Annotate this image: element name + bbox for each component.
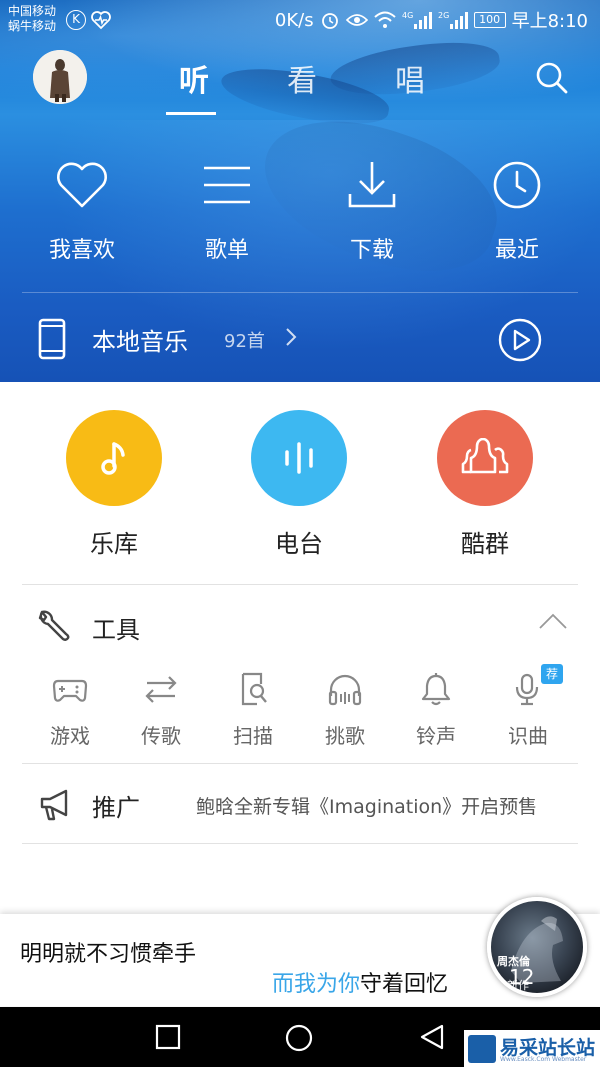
- home-circle-icon[interactable]: [284, 1023, 314, 1053]
- tool-label: 传歌: [141, 724, 181, 748]
- tool-label: 铃声: [416, 724, 456, 748]
- local-music-count: 92首: [224, 331, 265, 352]
- quick-action-favorites[interactable]: 我喜欢: [27, 160, 137, 270]
- watermark-subtext: Www.Easck.Com Webmaster: [500, 1056, 587, 1063]
- user-avatar-icon: [33, 50, 87, 104]
- category-circle: [251, 410, 347, 506]
- quick-action-label: 最近: [494, 238, 539, 263]
- carrier-label: 中国移动 蜗牛移动: [8, 4, 56, 34]
- tool-label: 挑歌: [325, 724, 365, 748]
- quick-action-recent[interactable]: 最近: [462, 160, 572, 270]
- wrench-icon: [38, 610, 70, 641]
- category-cool-group[interactable]: 酷群: [425, 410, 545, 559]
- radio-bars-icon: [285, 442, 313, 474]
- promo-title: 推广: [92, 794, 140, 822]
- section-divider: [22, 584, 578, 585]
- wifi-icon: [373, 11, 396, 28]
- tab-sing[interactable]: 唱: [380, 56, 440, 100]
- chevron-up-icon[interactable]: [538, 612, 568, 630]
- album-cover[interactable]: 周杰倫 12 新作: [487, 897, 587, 997]
- play-icon[interactable]: [498, 318, 542, 362]
- megaphone-icon: [40, 789, 68, 821]
- group-icon: [461, 438, 509, 474]
- tab-watch[interactable]: 看: [272, 56, 332, 100]
- bell-icon: [421, 673, 451, 706]
- cover-subtitle: 新作: [507, 979, 529, 992]
- category-label: 酷群: [461, 530, 509, 558]
- lyric-rest: 守着回忆: [360, 972, 449, 997]
- top-tabs: 听 看 唱: [150, 56, 450, 116]
- status-indicators: 0K/s 4G 2G 100 早上8:10: [274, 8, 588, 33]
- lyric-line-2: 而我为你守着回忆: [272, 966, 448, 998]
- quick-action-playlists[interactable]: 歌单: [172, 160, 282, 270]
- carrier-line-1: 中国移动: [8, 4, 57, 18]
- local-music-title: 本地音乐: [92, 328, 188, 356]
- category-circle: [66, 410, 162, 506]
- tool-label: 扫描: [233, 724, 273, 748]
- signal-2g-icon: 2G: [438, 11, 468, 29]
- carrier-badge-icon: K: [66, 10, 86, 30]
- signal-4g-icon: 4G: [402, 11, 432, 29]
- search-icon[interactable]: [534, 60, 570, 96]
- category-music-library[interactable]: 乐库: [54, 410, 174, 559]
- tool-pick-songs[interactable]: 挑歌: [305, 672, 385, 749]
- album-art-image: [511, 916, 563, 983]
- tools-title: 工具: [92, 616, 140, 644]
- heart-pulse-icon: [91, 11, 111, 30]
- section-divider: [22, 843, 578, 844]
- watermark-logo-icon: [468, 1035, 496, 1063]
- list-icon: [204, 166, 250, 204]
- hero-divider: [22, 292, 578, 293]
- svg-text:4G: 4G: [402, 11, 413, 20]
- category-label: 乐库: [90, 530, 138, 558]
- gamepad-icon: [52, 679, 88, 702]
- back-triangle-icon[interactable]: [418, 1023, 446, 1051]
- scan-icon: [241, 672, 267, 706]
- svg-text:2G: 2G: [438, 11, 449, 20]
- tool-games[interactable]: 游戏: [30, 672, 110, 749]
- status-bar: 中国移动 蜗牛移动 K 0K/s 4G 2G 100 早上8:10: [0, 0, 600, 40]
- promo-ticker[interactable]: 鲍晗全新专辑《Imagination》开启预售: [196, 792, 576, 819]
- carrier-line-2: 蜗牛移动: [8, 19, 57, 33]
- battery-icon: 100: [473, 12, 506, 28]
- tool-label: 识曲: [508, 724, 548, 748]
- transfer-icon: [145, 676, 177, 703]
- chevron-right-icon: [286, 328, 297, 346]
- category-label: 电台: [275, 530, 323, 558]
- avatar[interactable]: [33, 50, 87, 104]
- recommended-badge: 荐: [541, 664, 563, 684]
- hero-header: 中国移动 蜗牛移动 K 0K/s 4G 2G 100 早上8:10 听 看 唱 …: [0, 0, 600, 382]
- phone-icon: [38, 318, 66, 360]
- recents-square-icon[interactable]: [154, 1023, 182, 1051]
- tool-scan[interactable]: 扫描: [213, 672, 293, 749]
- site-watermark: 易采站长站 Www.Easck.Com Webmaster: [464, 1030, 600, 1067]
- tool-transfer[interactable]: 传歌: [121, 672, 201, 749]
- active-tab-indicator: [166, 112, 216, 115]
- tab-listen[interactable]: 听: [164, 56, 224, 100]
- music-note-icon: [101, 442, 125, 475]
- tool-label: 游戏: [50, 724, 90, 748]
- promo-row[interactable]: 推广 鲍晗全新专辑《Imagination》开启预售: [0, 764, 600, 844]
- lyric-line-1: 明明就不习惯牵手: [20, 942, 197, 967]
- category-circle: [437, 410, 533, 506]
- network-speed: 0K/s: [274, 9, 314, 31]
- heart-icon: [57, 162, 107, 208]
- alarm-icon: [321, 13, 338, 29]
- local-music-row[interactable]: 本地音乐 92首: [0, 294, 600, 382]
- headphones-icon: [328, 674, 362, 706]
- lyric-highlight: 而我为你: [272, 972, 361, 997]
- tool-ringtones[interactable]: 铃声: [396, 672, 476, 749]
- category-radio[interactable]: 电台: [239, 410, 359, 559]
- clock-time: 早上8:10: [511, 11, 588, 32]
- quick-action-label: 歌单: [204, 238, 249, 263]
- tools-header[interactable]: 工具: [0, 586, 600, 662]
- eye-icon: [345, 14, 368, 26]
- quick-action-label: 我喜欢: [48, 238, 115, 263]
- download-icon: [348, 162, 396, 208]
- clock-icon: [493, 161, 541, 209]
- quick-action-label: 下载: [349, 238, 394, 263]
- quick-action-downloads[interactable]: 下载: [317, 160, 427, 270]
